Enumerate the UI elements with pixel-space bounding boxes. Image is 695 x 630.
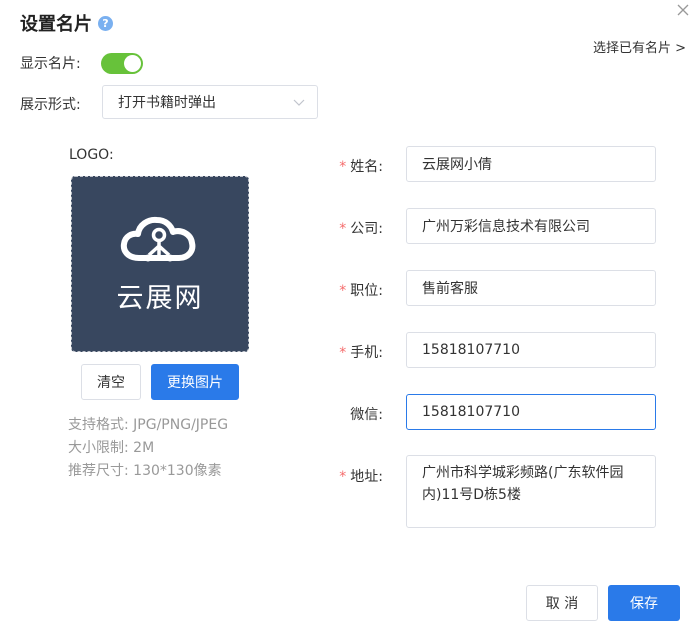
show-card-toggle[interactable] [101, 53, 143, 74]
phone-label: * 手机: [339, 342, 383, 362]
display-mode-select[interactable]: 打开书籍时弹出 [102, 85, 318, 119]
required-mark: * [339, 283, 347, 299]
required-mark: * [339, 159, 347, 175]
company-label: * 公司: [339, 218, 383, 238]
phone-input[interactable] [406, 332, 656, 368]
name-label: * 姓名: [339, 156, 383, 176]
address-label-text: 地址: [350, 469, 383, 485]
toggle-knob [124, 55, 141, 72]
wechat-label: 微信: [350, 407, 383, 423]
save-button[interactable]: 保存 [608, 585, 680, 621]
phone-label-text: 手机: [350, 345, 383, 361]
name-input[interactable] [406, 146, 656, 182]
logo-brand-text: 云展网 [116, 282, 204, 314]
clear-logo-button[interactable]: 清空 [81, 364, 141, 400]
required-mark: * [339, 221, 347, 237]
display-mode-value: 打开书籍时弹出 [118, 95, 216, 111]
logo-label: LOGO: [69, 147, 114, 163]
close-icon[interactable] [673, 2, 693, 22]
company-label-text: 公司: [350, 221, 383, 237]
format-hint: 支持格式: JPG/PNG/JPEG [68, 417, 229, 433]
replace-image-button[interactable]: 更换图片 [151, 364, 239, 400]
required-mark: * [339, 345, 347, 361]
position-label: * 职位: [339, 280, 383, 300]
show-card-label: 显示名片: [20, 56, 81, 72]
logo-upload-area[interactable]: 云展网 [71, 176, 249, 352]
dialog-title: 设置名片 ? [20, 10, 113, 36]
cancel-button[interactable]: 取 消 [526, 585, 598, 621]
select-existing-card-link[interactable]: 选择已有名片 > [593, 37, 686, 56]
size-limit-hint: 大小限制: 2M [68, 440, 155, 456]
wechat-input[interactable] [406, 394, 656, 430]
recommended-size-hint: 推荐尺寸: 130*130像素 [68, 463, 222, 479]
cloud-logo-icon [120, 216, 196, 261]
address-textarea[interactable]: 广州市科学城彩频路(广东软件园内)11号D栋5楼 [406, 455, 656, 528]
chevron-down-icon [293, 99, 305, 106]
question-circle-icon[interactable]: ? [98, 15, 113, 31]
dialog-title-text: 设置名片 [20, 14, 92, 35]
address-label: * 地址: [339, 466, 383, 486]
required-mark: * [339, 469, 347, 485]
company-input[interactable] [406, 208, 656, 244]
display-mode-label: 展示形式: [20, 97, 81, 113]
position-label-text: 职位: [350, 283, 383, 299]
position-input[interactable] [406, 270, 656, 306]
name-label-text: 姓名: [350, 159, 383, 175]
